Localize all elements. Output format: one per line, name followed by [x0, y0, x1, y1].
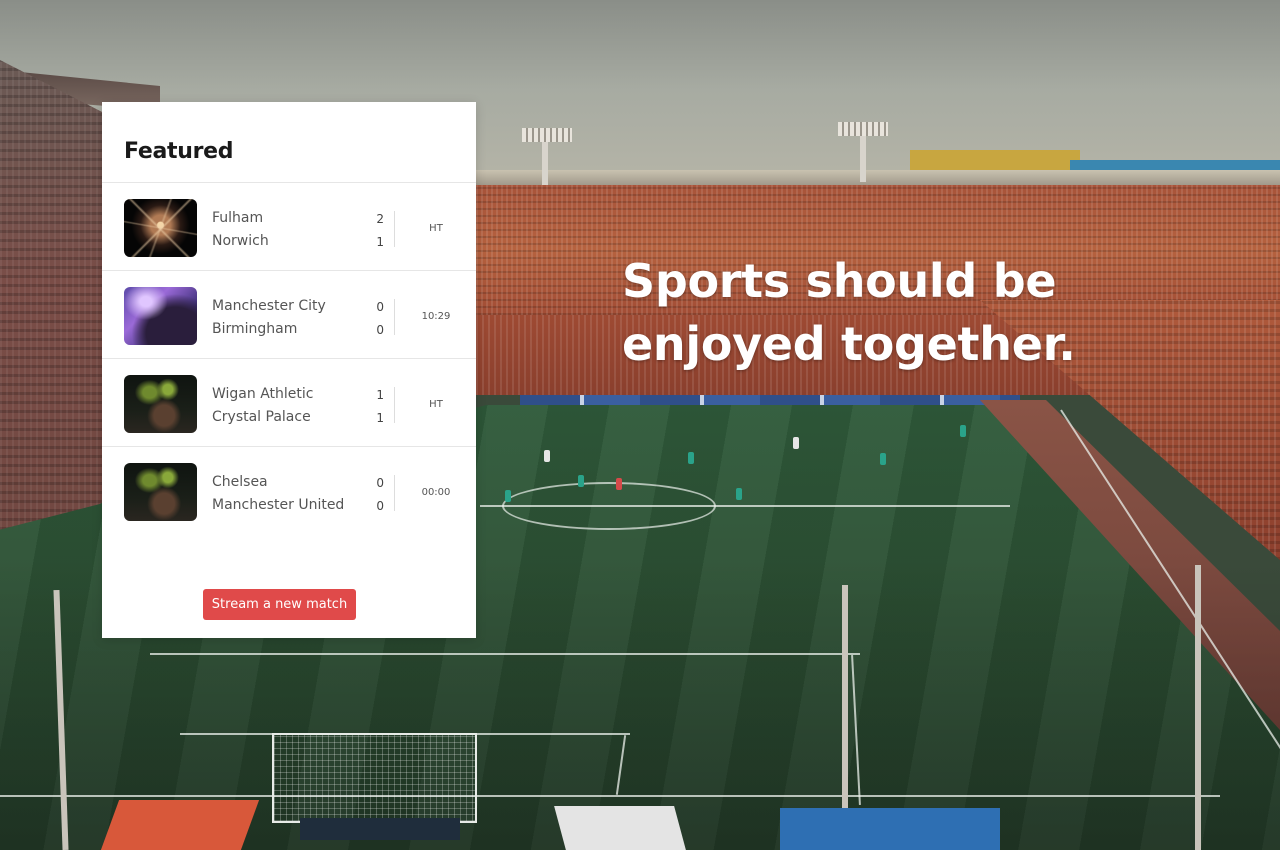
away-score: 0: [376, 499, 384, 513]
home-team: Manchester City: [212, 298, 326, 314]
floodlight-pole: [542, 140, 548, 185]
match-thumbnail: [124, 375, 197, 433]
floodlight: [522, 128, 572, 142]
match-status: HT: [429, 399, 443, 410]
floodlight-pole: [860, 132, 866, 182]
home-score: 1: [376, 388, 384, 402]
player: [544, 450, 550, 462]
score-divider: [394, 299, 395, 335]
player: [793, 437, 799, 449]
advertising-sign: [100, 800, 260, 850]
hero-headline-line: enjoyed together.: [622, 317, 1076, 371]
player: [960, 425, 966, 437]
away-team: Crystal Palace: [212, 409, 311, 425]
pole: [1195, 565, 1201, 850]
hero-headline: Sports should be enjoyed together.: [622, 250, 1102, 376]
home-team: Fulham: [212, 210, 264, 226]
pitch-line: [0, 795, 1220, 797]
match-status: 00:00: [421, 487, 451, 498]
match-row[interactable]: Manchester City Birmingham 0 0 10:29: [102, 271, 476, 359]
centre-circle: [502, 482, 716, 530]
match-status: HT: [429, 223, 443, 234]
player: [880, 453, 886, 465]
match-thumbnail: [124, 199, 197, 257]
advertising-sign: [780, 808, 1000, 850]
home-score: 2: [376, 212, 384, 226]
away-team: Manchester United: [212, 497, 345, 513]
player: [616, 478, 622, 490]
featured-card: Featured Fulham Norwich 2 1 HT Mancheste…: [102, 102, 476, 638]
pitch-line: [150, 653, 860, 655]
away-team: Norwich: [212, 233, 269, 249]
score-divider: [394, 475, 395, 511]
match-row[interactable]: Fulham Norwich 2 1 HT: [102, 183, 476, 271]
player: [688, 452, 694, 464]
match-thumbnail: [124, 287, 197, 345]
stream-new-match-button[interactable]: Stream a new match: [203, 589, 356, 620]
score-divider: [394, 211, 395, 247]
yellow-building: [910, 150, 1080, 172]
goal-net: [272, 733, 477, 823]
home-score: 0: [376, 300, 384, 314]
player: [736, 488, 742, 500]
match-thumbnail: [124, 463, 197, 521]
away-score: 0: [376, 323, 384, 337]
hero-headline-line: Sports should be: [622, 254, 1057, 308]
floodlight: [838, 122, 888, 136]
home-team: Chelsea: [212, 474, 268, 490]
away-score: 1: [376, 411, 384, 425]
advertising-sign: [554, 806, 686, 850]
home-score: 0: [376, 476, 384, 490]
player: [505, 490, 511, 502]
away-team: Birmingham: [212, 321, 298, 337]
match-row[interactable]: Wigan Athletic Crystal Palace 1 1 HT: [102, 359, 476, 447]
away-score: 1: [376, 235, 384, 249]
match-status: 10:29: [421, 311, 451, 322]
match-row[interactable]: Chelsea Manchester United 0 0 00:00: [102, 447, 476, 535]
home-team: Wigan Athletic: [212, 386, 314, 402]
featured-title: Featured: [124, 139, 234, 164]
player: [578, 475, 584, 487]
advertising-strip: [300, 818, 460, 840]
score-divider: [394, 387, 395, 423]
